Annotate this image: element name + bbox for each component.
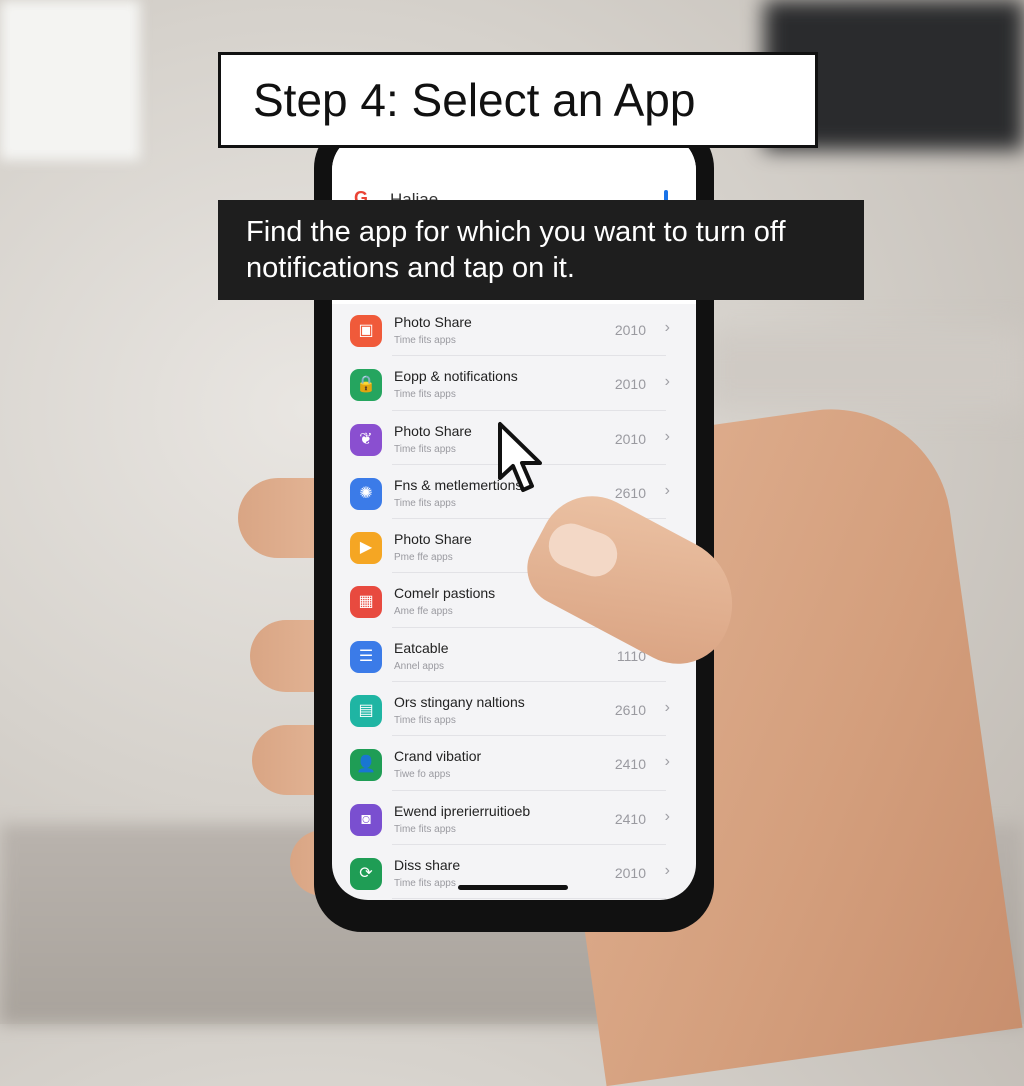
- person-icon: 👤: [350, 749, 382, 782]
- video-icon: ◙: [350, 803, 382, 836]
- app-name: Eatcable: [394, 639, 449, 656]
- app-subtitle: Time fits apps: [394, 497, 456, 509]
- instruction-caption: Find the app for which you want to turn …: [218, 200, 864, 300]
- app-row[interactable]: 🔒 Eopp & notifications Time fits apps 20…: [332, 356, 696, 411]
- app-subtitle: Time fits apps: [394, 335, 456, 346]
- notification-count: 2010: [614, 376, 646, 393]
- app-subtitle: Time fits apps: [394, 823, 456, 835]
- chat-icon: ☰: [350, 640, 382, 673]
- chevron-right-icon: ›: [664, 699, 670, 717]
- pointer-cursor-icon: [498, 422, 542, 492]
- background-shelf: [704, 330, 1024, 410]
- play-icon: ▶: [350, 532, 382, 565]
- app-name: Ewend iprerierruitioeb: [394, 802, 531, 819]
- notification-count: 2010: [614, 430, 646, 447]
- caption-text: Find the app for which you want to turn …: [246, 216, 786, 284]
- step-title-banner: Step 4: Select an App: [218, 52, 818, 148]
- notification-count: 2610: [614, 484, 646, 501]
- lock-icon: 🔒: [350, 369, 382, 402]
- app-subtitle: Time fits apps: [394, 877, 456, 889]
- app-row[interactable]: ⟳ Diss share Time fits apps 2010 ›: [332, 845, 696, 900]
- app-subtitle: Tiwe fo apps: [394, 769, 451, 781]
- chevron-right-icon: ›: [664, 373, 670, 391]
- step-title: Step 4: Select an App: [253, 74, 696, 126]
- message-icon: ▤: [350, 695, 382, 728]
- app-row[interactable]: ▣ Photo Share Time fits apps 2010 ›: [332, 302, 696, 357]
- notification-count: 2610: [614, 702, 646, 719]
- chevron-right-icon: ›: [664, 753, 670, 771]
- background-window: [0, 0, 140, 160]
- chevron-right-icon: ›: [664, 319, 670, 336]
- app-name: Photo Share: [394, 422, 472, 439]
- notification-count: 2410: [614, 810, 646, 827]
- app-name: Crand vibatior: [394, 748, 482, 765]
- app-name: Eopp & notifications: [394, 368, 518, 385]
- home-indicator[interactable]: [458, 885, 568, 890]
- dial-icon: ✺: [350, 477, 382, 510]
- chevron-right-icon: ›: [664, 427, 670, 445]
- app-subtitle: Annel apps: [394, 660, 445, 672]
- leaf-icon: ❦: [350, 423, 382, 456]
- app-row[interactable]: ▤ Ors stingany naltions Time fits apps 2…: [332, 682, 696, 737]
- notification-count: 2010: [614, 322, 646, 338]
- app-name: Diss share: [394, 856, 461, 873]
- app-name: Comelr pastions: [394, 585, 496, 602]
- divider: [392, 898, 666, 900]
- chevron-right-icon: ›: [664, 481, 670, 499]
- app-name: Photo Share: [394, 531, 472, 548]
- app-subtitle: Pme ffe apps: [394, 552, 453, 564]
- app-subtitle: Ame ffe apps: [394, 606, 453, 618]
- app-name: Ors stingany naltions: [394, 694, 525, 711]
- app-subtitle: Time fits apps: [394, 443, 456, 455]
- app-row[interactable]: 👤 Crand vibatior Tiwe fo apps 2410 ›: [332, 736, 696, 791]
- notification-count: 2410: [614, 756, 646, 773]
- camera-icon: ▣: [350, 315, 382, 347]
- app-subtitle: Time fits apps: [394, 389, 456, 401]
- chevron-right-icon: ›: [664, 807, 670, 825]
- share-icon: ⟳: [350, 857, 382, 890]
- app-subtitle: Time fits apps: [394, 715, 456, 727]
- notification-count: 2010: [614, 864, 646, 881]
- chevron-right-icon: ›: [664, 861, 670, 879]
- app-row[interactable]: ◙ Ewend iprerierruitioeb Time fits apps …: [332, 791, 696, 845]
- grid-icon: ▦: [350, 586, 382, 619]
- app-name: Photo Share: [394, 314, 472, 330]
